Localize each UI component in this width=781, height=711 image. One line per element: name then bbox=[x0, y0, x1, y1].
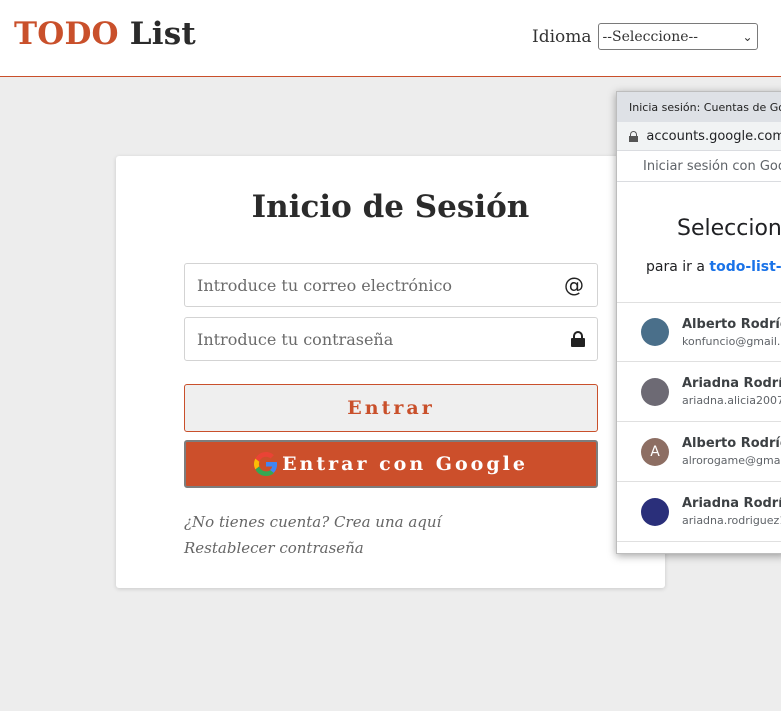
language-selected-value: --Seleccione-- bbox=[602, 28, 698, 45]
brand-rest: List bbox=[129, 16, 196, 52]
account-item[interactable]: Ariadna Rodríguez ariadna.alicia2007@gma… bbox=[617, 362, 781, 422]
google-signin-popup: Inicia sesión: Cuentas de Google account… bbox=[616, 91, 781, 554]
popup-subtext: para ir a todo-list-c bbox=[646, 259, 781, 275]
reset-password-link[interactable]: Restablecer contraseña bbox=[184, 535, 441, 561]
popup-site-link[interactable]: todo-list-c bbox=[709, 259, 781, 275]
account-name: Alberto Rodríguez bbox=[682, 316, 781, 332]
avatar bbox=[641, 497, 669, 526]
chevron-down-icon: ⌄ bbox=[742, 29, 753, 44]
password-field[interactable]: Introduce tu contraseña bbox=[184, 317, 598, 361]
account-item[interactable]: Alberto Rodríguez konfuncio@gmail.com bbox=[617, 302, 781, 362]
account-name: Ariadna Rodríguez bbox=[682, 496, 781, 511]
account-item[interactable]: Ariadna Rodríguez ariadna.rodriguez1@gma… bbox=[617, 482, 781, 542]
popup-subtext-prefix: para ir a bbox=[646, 259, 705, 275]
avatar bbox=[641, 377, 669, 406]
popup-titlebar[interactable]: Inicia sesión: Cuentas de Google bbox=[617, 92, 781, 122]
google-logo-icon bbox=[254, 452, 278, 476]
popup-signin-header: Iniciar sesión con Google bbox=[617, 151, 781, 182]
account-email: ariadna.rodriguez1@gmail.com bbox=[682, 514, 781, 527]
popup-address-bar: accounts.google.com bbox=[617, 122, 781, 151]
google-button-label: Entrar con Google bbox=[282, 453, 528, 475]
account-name: Alberto Rodríguez bbox=[682, 436, 781, 451]
popup-signin-label: Iniciar sesión con Google bbox=[643, 158, 781, 174]
password-placeholder: Introduce tu contraseña bbox=[197, 329, 394, 349]
account-email: alrorogame@gmail.com bbox=[682, 454, 781, 467]
avatar: A bbox=[641, 437, 669, 466]
signup-link[interactable]: ¿No tienes cuenta? Crea una aquí bbox=[184, 509, 441, 535]
account-item[interactable]: A Alberto Rodríguez alrorogame@gmail.com bbox=[617, 422, 781, 482]
brand-accent: TODO bbox=[14, 16, 119, 52]
account-email: konfuncio@gmail.com bbox=[682, 334, 781, 348]
language-dropdown[interactable]: --Seleccione-- ⌄ bbox=[597, 23, 758, 50]
language-selector: Idioma --Seleccione-- ⌄ bbox=[532, 23, 758, 50]
google-login-button[interactable]: Entrar con Google bbox=[184, 440, 598, 488]
avatar bbox=[641, 318, 669, 346]
account-email: ariadna.alicia2007@gmail.com bbox=[682, 394, 781, 407]
popup-url-text: accounts.google.com bbox=[646, 128, 781, 144]
language-label: Idioma bbox=[532, 26, 592, 47]
popup-heading: Selecciona una cuenta bbox=[677, 216, 781, 241]
login-button[interactable]: Entrar bbox=[184, 384, 598, 432]
popup-window-title: Inicia sesión: Cuentas de Google bbox=[629, 100, 781, 114]
lock-icon bbox=[571, 331, 585, 347]
account-name: Ariadna Rodríguez bbox=[682, 376, 781, 391]
top-header: TODO List Idioma --Seleccione-- ⌄ bbox=[0, 0, 781, 77]
email-field[interactable]: Introduce tu correo electrónico @ bbox=[184, 263, 598, 307]
auth-links: ¿No tienes cuenta? Crea una aquí Restabl… bbox=[184, 509, 441, 561]
app-logo[interactable]: TODO List bbox=[14, 16, 196, 52]
at-sign-icon: @ bbox=[564, 273, 584, 297]
lock-icon bbox=[629, 130, 638, 142]
login-card: Inicio de Sesión Introduce tu correo ele… bbox=[116, 156, 665, 588]
email-placeholder: Introduce tu correo electrónico bbox=[197, 275, 453, 295]
page-title: Inicio de Sesión bbox=[251, 189, 530, 225]
